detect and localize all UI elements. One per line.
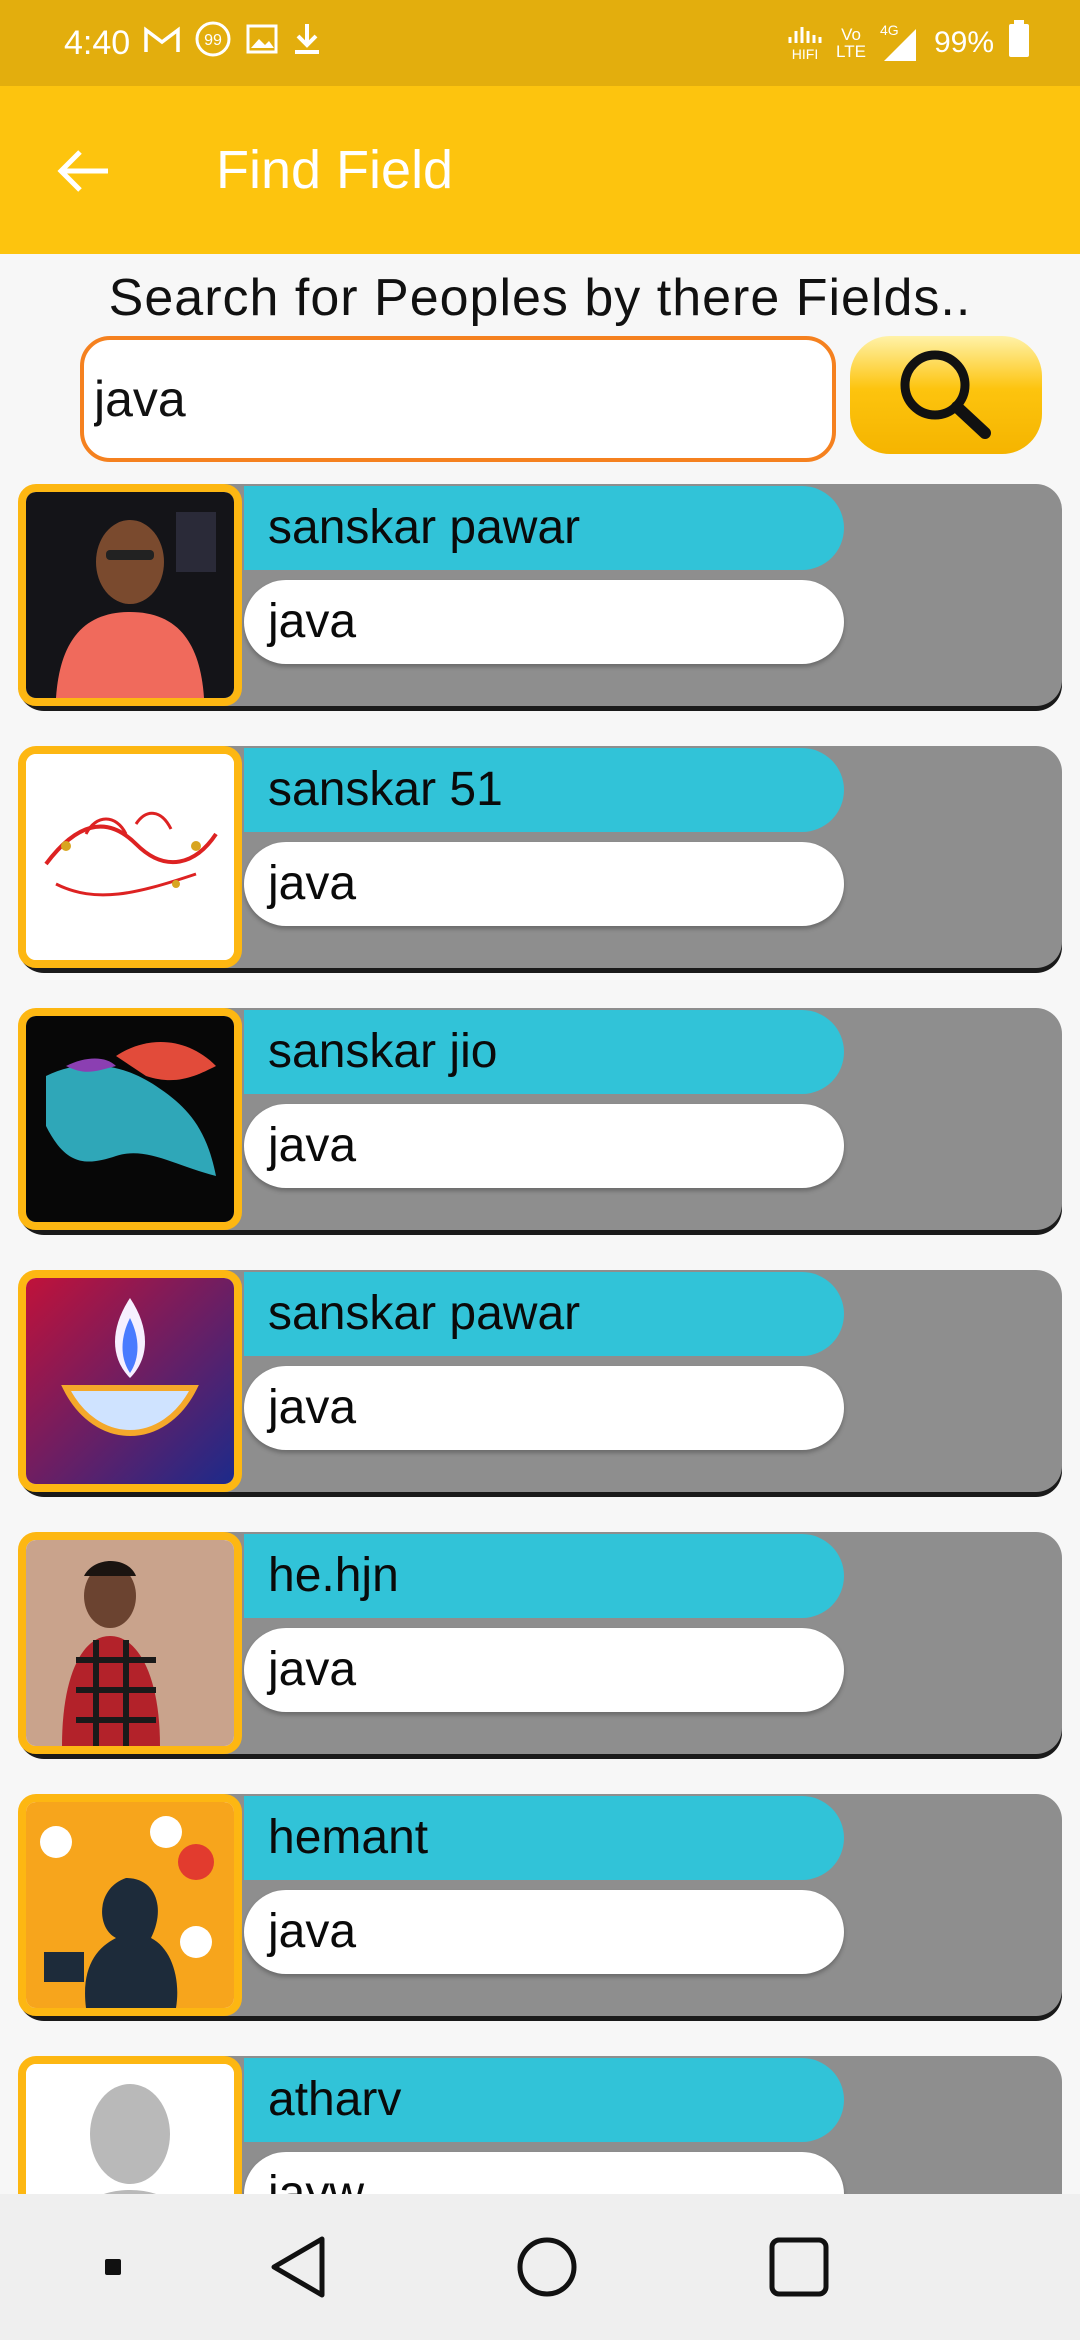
small-square-icon [105, 2259, 121, 2275]
profile-photo-new-year-card [26, 754, 234, 960]
volte-label-vo: Vo [841, 25, 861, 44]
result-field: java [244, 1628, 844, 1712]
profile-photo-paint-splash [26, 1016, 234, 1222]
recents-nav-button[interactable] [764, 2232, 834, 2302]
hifi-label: HIFI [791, 46, 819, 62]
search-button[interactable] [850, 336, 1042, 454]
network-type-label: 4G [879, 22, 899, 38]
result-name: sanskar pawar [244, 1272, 844, 1356]
result-name: hemant [244, 1796, 844, 1880]
search-input[interactable] [80, 336, 836, 462]
triangle-back-icon [271, 2236, 325, 2298]
svg-text:99: 99 [204, 32, 222, 49]
list-item[interactable]: sanskar jio java [18, 1008, 1062, 1230]
search-hint: Search for Peoples by there Fields.. [108, 269, 972, 327]
result-name: he.hjn [244, 1534, 844, 1618]
result-name: sanskar pawar [244, 486, 844, 570]
list-item[interactable]: atharv jayw [18, 2056, 1062, 2194]
app-bar: Find Field [0, 86, 1080, 254]
result-name: sanskar jio [244, 1010, 844, 1094]
result-field: java [244, 842, 844, 926]
status-bar: 4:40 99 HIFI Vo LTE 4G 99% [0, 0, 1080, 86]
result-field: java [244, 1104, 844, 1188]
profile-photo-silhouette-icons [26, 1802, 234, 2008]
system-nav-bar [0, 2194, 1080, 2340]
profile-photo-man [26, 492, 234, 698]
search-icon [900, 350, 991, 439]
result-name: sanskar 51 [244, 748, 844, 832]
avatar[interactable] [18, 746, 242, 968]
list-item[interactable]: hemant java [18, 1794, 1062, 2016]
notification-99-icon: 99 [194, 20, 232, 67]
menu-button[interactable] [78, 2232, 148, 2302]
arrow-left-icon [57, 150, 108, 192]
result-field: java [244, 1890, 844, 1974]
signal-icon: 4G [880, 23, 920, 63]
status-left: 4:40 99 [64, 0, 322, 86]
circle-home-icon [517, 2237, 577, 2297]
page-title: Find Field [216, 140, 454, 200]
gallery-icon [246, 24, 278, 63]
avatar[interactable] [18, 484, 242, 706]
results-list[interactable]: sanskar pawar java sanskar 51 java sansk… [0, 484, 1080, 2194]
battery-percent: 99% [933, 26, 994, 59]
back-nav-button[interactable] [262, 2232, 332, 2302]
avatar[interactable] [18, 2056, 242, 2194]
hifi-icon: HIFI [788, 25, 822, 61]
volte-label-lte: LTE [836, 42, 866, 61]
square-recents-icon [769, 2237, 829, 2297]
avatar[interactable] [18, 1008, 242, 1230]
result-field: jayw [244, 2152, 844, 2194]
gmail-icon [144, 24, 180, 63]
result-name: atharv [244, 2058, 844, 2142]
list-item[interactable]: sanskar pawar java [18, 1270, 1062, 1492]
status-time: 4:40 [64, 23, 131, 62]
avatar[interactable] [18, 1270, 242, 1492]
list-item[interactable]: sanskar pawar java [18, 484, 1062, 706]
download-icon [292, 22, 322, 65]
result-field: java [244, 1366, 844, 1450]
avatar[interactable] [18, 1532, 242, 1754]
list-item[interactable]: he.hjn java [18, 1532, 1062, 1754]
status-right: HIFI Vo LTE 4G 99% [788, 0, 1030, 86]
list-item[interactable]: sanskar 51 java [18, 746, 1062, 968]
battery-icon [1008, 20, 1030, 66]
home-nav-button[interactable] [512, 2232, 582, 2302]
volte-icon: Vo LTE [836, 26, 866, 60]
result-field: java [244, 580, 844, 664]
back-button[interactable] [48, 136, 118, 206]
profile-photo-man-plaid [26, 1540, 234, 1746]
profile-photo-diya [26, 1278, 234, 1484]
avatar[interactable] [18, 1794, 242, 2016]
profile-photo-placeholder [26, 2064, 234, 2194]
